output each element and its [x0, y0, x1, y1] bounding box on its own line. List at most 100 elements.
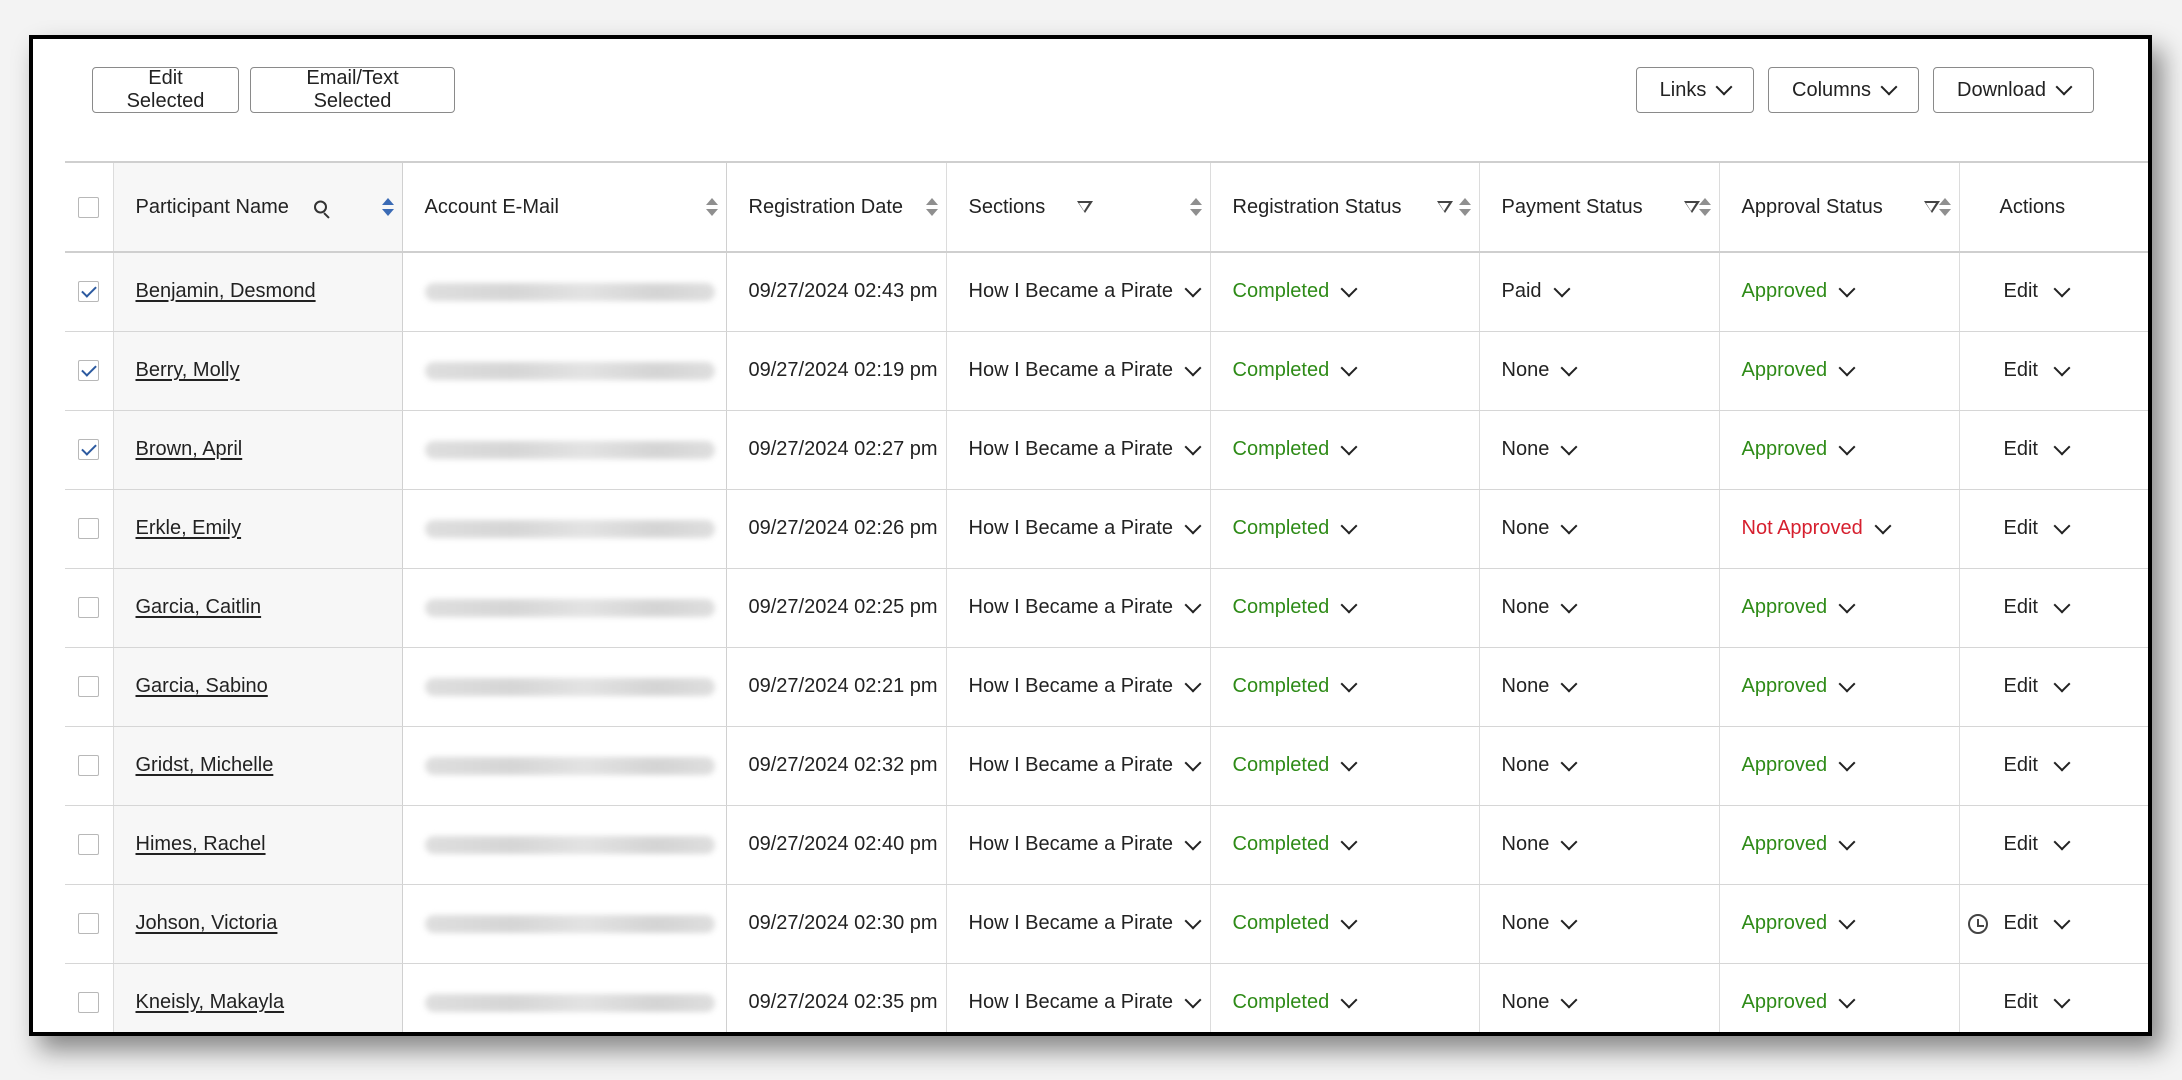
approval-status-dropdown[interactable]: Approved: [1742, 280, 1856, 303]
approval-status-dropdown[interactable]: Approved: [1742, 596, 1856, 619]
sections-dropdown[interactable]: How I Became a Pirate: [969, 912, 1202, 935]
row-checkbox[interactable]: [78, 913, 100, 935]
edit-actions-dropdown[interactable]: Edit: [2004, 280, 2071, 303]
edit-actions-dropdown[interactable]: Edit: [2004, 833, 2071, 856]
registration-date: 09/27/2024 02:25 pm: [748, 596, 938, 618]
filter-icon[interactable]: [1436, 201, 1453, 213]
registration-status-dropdown[interactable]: Completed: [1233, 438, 1358, 461]
filter-icon[interactable]: [1923, 201, 1940, 213]
download-dropdown-button[interactable]: Download: [1933, 67, 2094, 113]
sections-dropdown[interactable]: How I Became a Pirate: [969, 438, 1202, 461]
search-icon[interactable]: [313, 200, 327, 214]
sections-dropdown[interactable]: How I Became a Pirate: [969, 280, 1202, 303]
approval-status-dropdown[interactable]: Approved: [1742, 754, 1856, 777]
payment-status-dropdown[interactable]: None: [1502, 359, 1578, 382]
approval-status-dropdown[interactable]: Not Approved: [1742, 517, 1892, 540]
header-sections[interactable]: Sections: [945, 161, 1210, 253]
approval-status-dropdown[interactable]: Approved: [1742, 991, 1856, 1014]
registration-status-dropdown[interactable]: Completed: [1233, 596, 1358, 619]
sort-icon[interactable]: [1458, 198, 1471, 216]
sections-dropdown[interactable]: How I Became a Pirate: [969, 596, 1202, 619]
filter-icon[interactable]: [1683, 201, 1700, 213]
payment-status-dropdown[interactable]: None: [1502, 596, 1578, 619]
registration-status-dropdown[interactable]: Completed: [1233, 280, 1358, 303]
history-icon[interactable]: [1967, 913, 1988, 934]
sort-icon[interactable]: [1189, 198, 1202, 216]
participant-name-link[interactable]: Erkle, Emily: [136, 517, 242, 539]
registration-status-dropdown[interactable]: Completed: [1233, 754, 1358, 777]
edit-actions-dropdown[interactable]: Edit: [2004, 912, 2071, 935]
links-dropdown-button[interactable]: Links: [1636, 67, 1754, 113]
email-text-selected-button[interactable]: Email/Text Selected: [250, 67, 455, 113]
participant-name-link[interactable]: Garcia, Sabino: [136, 675, 268, 697]
sort-icon[interactable]: [705, 198, 718, 216]
row-checkbox[interactable]: [78, 755, 100, 777]
row-checkbox[interactable]: [78, 597, 100, 619]
registration-status-dropdown[interactable]: Completed: [1233, 675, 1358, 698]
filter-icon[interactable]: [1076, 201, 1093, 213]
registration-status-dropdown[interactable]: Completed: [1232, 991, 1358, 1014]
participant-name-link[interactable]: Berry, Molly: [136, 359, 240, 381]
approval-status-dropdown[interactable]: Approved: [1742, 675, 1856, 698]
participant-name-link[interactable]: Brown, April: [136, 438, 243, 460]
participant-name-link[interactable]: Johson, Victoria: [136, 912, 278, 934]
payment-status-dropdown[interactable]: Paid: [1502, 280, 1571, 303]
sections-dropdown[interactable]: How I Became a Pirate: [969, 833, 1202, 856]
row-checkbox[interactable]: [78, 439, 100, 461]
row-checkbox[interactable]: [78, 676, 100, 698]
row-checkbox[interactable]: [78, 281, 100, 303]
edit-actions-dropdown[interactable]: Edit: [2004, 517, 2071, 540]
sections-dropdown[interactable]: How I Became a Pirate: [969, 991, 1202, 1014]
payment-status-dropdown[interactable]: None: [1502, 675, 1578, 698]
approval-status-dropdown[interactable]: Approved: [1742, 912, 1856, 935]
header-approval-status[interactable]: Approval Status: [1718, 161, 1959, 253]
registration-status-dropdown[interactable]: Completed: [1233, 833, 1358, 856]
columns-dropdown-button[interactable]: Columns: [1768, 67, 1919, 113]
sort-icon[interactable]: [925, 198, 938, 216]
payment-status-value: None: [1501, 754, 1550, 776]
select-all-checkbox[interactable]: [78, 196, 100, 218]
sections-dropdown[interactable]: How I Became a Pirate: [969, 754, 1202, 777]
header-participant-name[interactable]: Participant Name: [112, 161, 403, 253]
edit-actions-dropdown[interactable]: Edit: [2004, 359, 2071, 382]
payment-status-dropdown[interactable]: None: [1502, 833, 1578, 856]
header-payment-status[interactable]: Payment Status: [1478, 161, 1719, 253]
participant-name-link[interactable]: Garcia, Caitlin: [136, 596, 262, 618]
edit-actions-dropdown[interactable]: Edit: [2004, 596, 2071, 619]
edit-actions-dropdown[interactable]: Edit: [2004, 438, 2071, 461]
row-checkbox[interactable]: [78, 834, 100, 856]
edit-actions-dropdown[interactable]: Edit: [2004, 675, 2071, 698]
approval-status-dropdown[interactable]: Approved: [1742, 359, 1856, 382]
chevron-down-icon: [1340, 754, 1358, 771]
participant-name-link[interactable]: Kneisly, Makayla: [136, 991, 285, 1013]
participant-name-link[interactable]: Gridst, Michelle: [136, 754, 274, 776]
edit-actions-dropdown[interactable]: Edit: [2004, 991, 2071, 1014]
payment-status-dropdown[interactable]: None: [1502, 517, 1578, 540]
approval-status-dropdown[interactable]: Approved: [1742, 833, 1856, 856]
sections-dropdown[interactable]: How I Became a Pirate: [969, 359, 1202, 382]
header-account-email[interactable]: Account E-Mail: [402, 161, 727, 253]
payment-status-dropdown[interactable]: None: [1502, 438, 1578, 461]
edit-selected-button[interactable]: Edit Selected: [92, 67, 239, 113]
registration-status-dropdown[interactable]: Completed: [1233, 517, 1358, 540]
sections-dropdown[interactable]: How I Became a Pirate: [969, 675, 1202, 698]
payment-status-dropdown[interactable]: None: [1502, 912, 1578, 935]
approval-status-dropdown[interactable]: Approved: [1742, 438, 1856, 461]
row-checkbox[interactable]: [78, 518, 100, 540]
registration-status-value: Completed: [1232, 991, 1330, 1013]
header-registration-date[interactable]: Registration Date: [726, 161, 946, 253]
participant-name-link[interactable]: Benjamin, Desmond: [136, 280, 316, 302]
registration-status-dropdown[interactable]: Completed: [1233, 912, 1358, 935]
sort-icon[interactable]: [1938, 198, 1951, 216]
payment-status-dropdown[interactable]: None: [1501, 754, 1578, 777]
sections-dropdown[interactable]: How I Became a Pirate: [969, 517, 1202, 540]
sort-icon[interactable]: [1698, 198, 1711, 216]
header-registration-status[interactable]: Registration Status: [1209, 161, 1479, 253]
registration-status-dropdown[interactable]: Completed: [1233, 359, 1358, 382]
participant-name-link[interactable]: Himes, Rachel: [136, 833, 266, 855]
row-checkbox[interactable]: [78, 992, 100, 1014]
payment-status-dropdown[interactable]: None: [1502, 991, 1578, 1014]
row-checkbox[interactable]: [78, 360, 100, 382]
edit-actions-dropdown[interactable]: Edit: [2004, 754, 2071, 777]
sort-icon[interactable]: [381, 198, 394, 216]
